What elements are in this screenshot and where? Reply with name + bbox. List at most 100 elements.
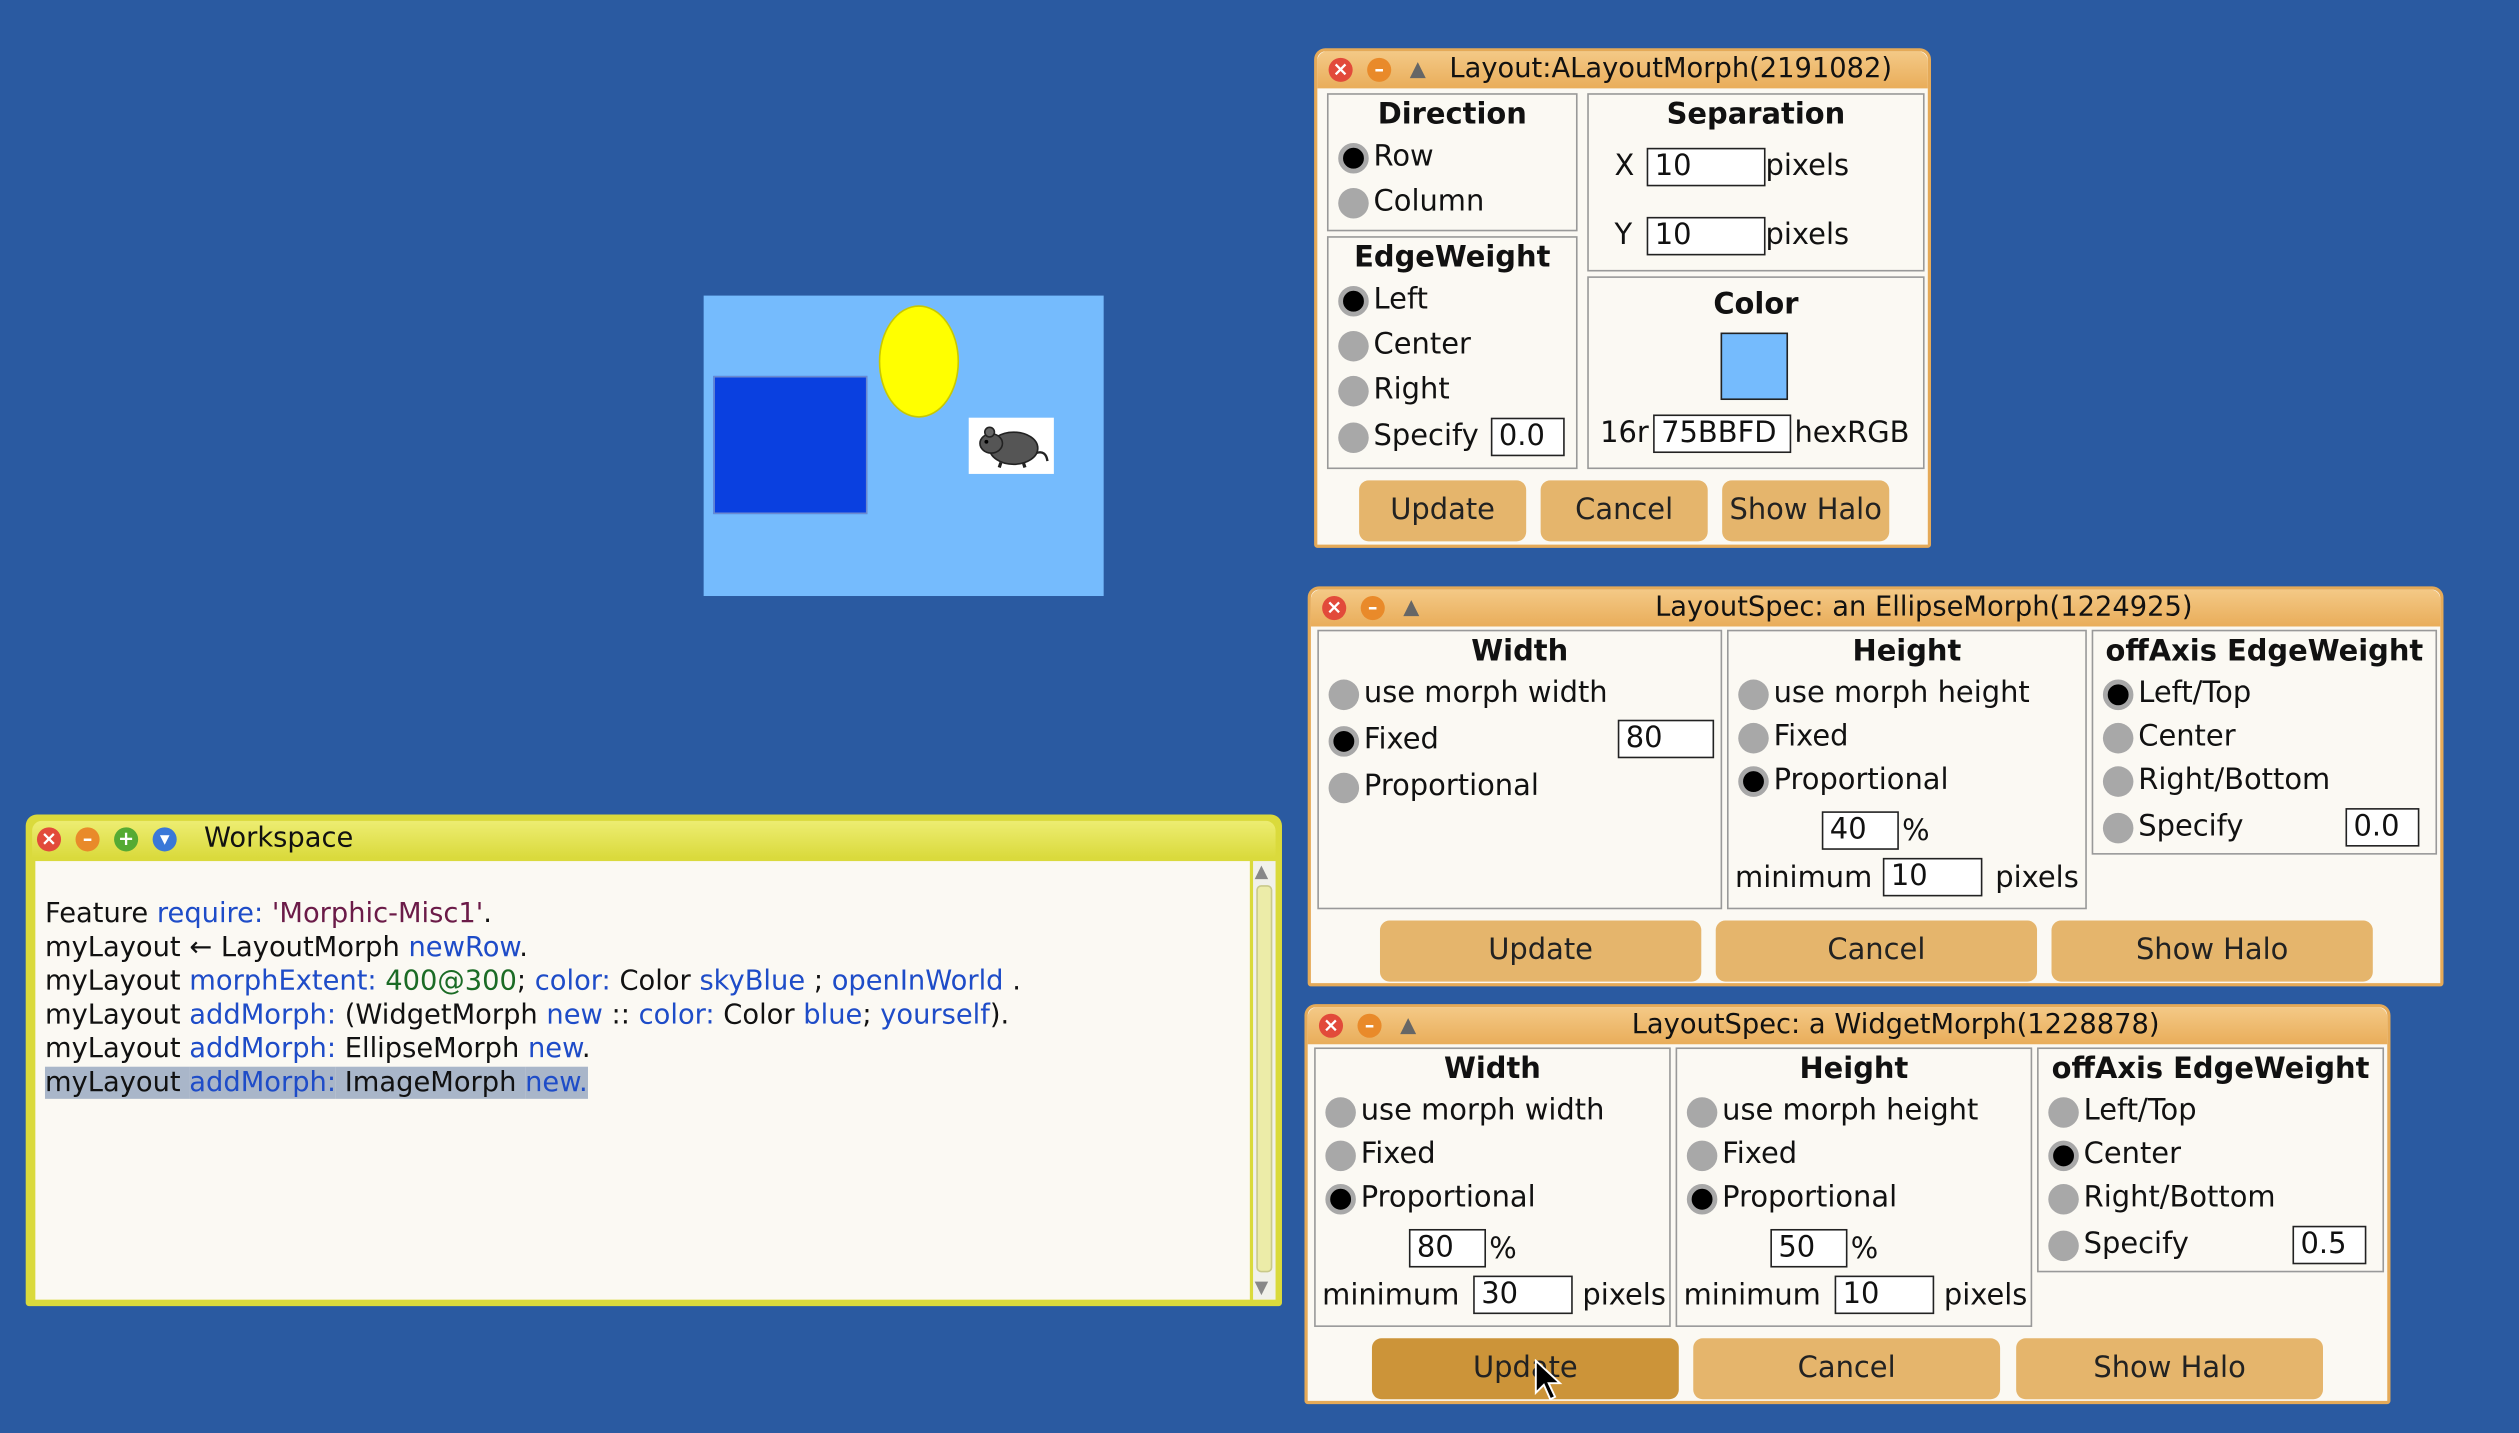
ellipse-morph[interactable]: [878, 305, 960, 418]
collapse-icon[interactable]: –: [1360, 596, 1385, 621]
height-proportional-radio[interactable]: [1686, 1183, 1718, 1215]
width-use-morph-radio[interactable]: [1328, 679, 1360, 711]
image-morph[interactable]: [968, 417, 1054, 474]
code-token: addMorph:: [189, 999, 337, 1032]
show-halo-button[interactable]: Show Halo: [1722, 480, 1890, 542]
ellipse-width-panel: Width use morph width Fixed 80 Proportio…: [1317, 629, 1723, 910]
offaxis-center-radio[interactable]: [2102, 722, 2134, 754]
offaxis-specify-field[interactable]: 0.5: [2292, 1225, 2367, 1265]
separation-y-field[interactable]: 10: [1646, 216, 1766, 256]
collapse-icon[interactable]: –: [1357, 1013, 1382, 1038]
workspace-window[interactable]: × – + ▾ Workspace Feature require: 'Morp…: [25, 814, 1282, 1307]
height-fixed-radio[interactable]: [1686, 1140, 1718, 1172]
code-line[interactable]: myLayout ← LayoutMorph newRow.: [45, 932, 528, 966]
workspace-scrollbar[interactable]: ▲ ▼: [1253, 861, 1276, 1300]
offaxis-left-top-radio[interactable]: [2102, 679, 2134, 711]
update-button[interactable]: Update: [1379, 920, 1702, 982]
width-percent-sign: %: [1489, 1232, 1517, 1266]
cancel-button[interactable]: Cancel: [1540, 480, 1708, 542]
code-line[interactable]: Feature require: 'Morphic-Misc1'.: [45, 898, 492, 932]
width-minimum-unit: pixels: [1582, 1278, 1666, 1313]
height-percent-sign: %: [1850, 1232, 1879, 1266]
scroll-up-arrow[interactable]: ▲: [1255, 861, 1269, 882]
layout-morph[interactable]: [703, 295, 1104, 597]
direction-column-radio[interactable]: [1338, 187, 1369, 219]
close-icon[interactable]: ×: [1322, 596, 1347, 621]
code-token: myLayout: [44, 1066, 190, 1099]
separation-x-unit: pixels: [1765, 149, 1850, 184]
width-fixed-radio[interactable]: [1328, 726, 1360, 757]
update-button[interactable]: Update: [1359, 480, 1527, 542]
offaxis-specify-radio[interactable]: [2102, 812, 2134, 844]
width-fixed-radio[interactable]: [1325, 1140, 1356, 1172]
code-token: morphExtent:: [189, 965, 377, 998]
width-use-morph-radio[interactable]: [1325, 1097, 1356, 1128]
code-token: (WidgetMorph: [336, 999, 547, 1032]
code-token: ;: [862, 999, 881, 1032]
offaxis-right-bottom-radio[interactable]: [2048, 1183, 2079, 1215]
cancel-button[interactable]: Cancel: [1715, 920, 2038, 982]
height-fixed-radio[interactable]: [1738, 722, 1769, 754]
height-minimum-label: minimum: [1683, 1278, 1821, 1313]
edge-specify-field[interactable]: 0.0: [1490, 417, 1565, 457]
code-token: color:: [534, 965, 611, 998]
mouse-icon: [979, 426, 1049, 468]
cancel-button[interactable]: Cancel: [1693, 1338, 2001, 1400]
edge-left-radio[interactable]: [1338, 285, 1369, 317]
code-line[interactable]: myLayout morphExtent: 400@300; color: Co…: [45, 966, 1021, 1000]
height-proportional-radio[interactable]: [1738, 766, 1769, 797]
height-percent-field[interactable]: 50: [1770, 1228, 1848, 1268]
show-halo-button[interactable]: Show Halo: [2051, 920, 2373, 982]
close-icon[interactable]: ×: [1328, 57, 1353, 82]
ellipse-spec-titlebar[interactable]: × – ▲ LayoutSpec: an EllipseMorph(122492…: [1310, 589, 2441, 627]
height-use-morph-radio[interactable]: [1686, 1097, 1718, 1128]
update-button[interactable]: Update: [1371, 1338, 1679, 1400]
width-fixed-field[interactable]: 80: [1617, 719, 1715, 759]
workspace-text-area[interactable]: Feature require: 'Morphic-Misc1'. myLayou…: [35, 861, 1250, 1300]
edge-right-radio[interactable]: [1338, 375, 1369, 407]
scroll-down-arrow[interactable]: ▼: [1255, 1277, 1269, 1298]
widget-height-panel: Height use morph height Fixed Proportion…: [1675, 1047, 2033, 1327]
code-token: yourself: [880, 999, 990, 1032]
separation-x-field[interactable]: 10: [1646, 147, 1766, 187]
height-percent-field[interactable]: 40: [1821, 811, 1899, 850]
offaxis-left-top-radio[interactable]: [2048, 1097, 2079, 1128]
code-line[interactable]: myLayout addMorph: (WidgetMorph new :: c…: [45, 999, 1009, 1033]
collapse-icon[interactable]: –: [75, 827, 100, 852]
separation-x-label: X: [1614, 149, 1635, 184]
width-proportional-radio[interactable]: [1325, 1183, 1356, 1215]
width-percent-field[interactable]: 80: [1408, 1228, 1487, 1268]
layout-window-titlebar[interactable]: × – ▲ Layout:ALayoutMorph(2191082): [1317, 51, 1928, 89]
workspace-titlebar[interactable]: × – + ▾ Workspace: [32, 820, 1276, 858]
height-use-morph-radio[interactable]: [1738, 679, 1769, 711]
width-minimum-field[interactable]: 30: [1473, 1275, 1573, 1315]
direction-row-radio[interactable]: [1338, 142, 1369, 174]
close-icon[interactable]: ×: [1318, 1013, 1344, 1038]
show-halo-button[interactable]: Show Halo: [2016, 1338, 2323, 1400]
color-swatch[interactable]: [1720, 332, 1789, 401]
ellipse-spec-window[interactable]: × – ▲ LayoutSpec: an EllipseMorph(122492…: [1307, 586, 2444, 987]
height-minimum-field[interactable]: 10: [1834, 1275, 1935, 1315]
offaxis-specify-field[interactable]: 0.0: [2345, 808, 2420, 847]
offaxis-specify-radio[interactable]: [2048, 1230, 2079, 1262]
expand-icon[interactable]: +: [114, 827, 139, 852]
edge-specify-radio[interactable]: [1338, 422, 1369, 454]
offaxis-center-radio[interactable]: [2048, 1140, 2079, 1172]
offaxis-center-label: Center: [2083, 1137, 2181, 1172]
window-menu-icon[interactable]: ▾: [152, 827, 177, 852]
widget-spec-window[interactable]: × – ▲ LayoutSpec: a WidgetMorph(1228878)…: [1304, 1004, 2391, 1405]
height-minimum-field[interactable]: 10: [1882, 857, 1983, 897]
widget-spec-titlebar[interactable]: × – ▲ LayoutSpec: a WidgetMorph(1228878): [1307, 1007, 2388, 1045]
code-line[interactable]: myLayout addMorph: ImageMorph new.: [44, 1066, 588, 1101]
layout-window[interactable]: × – ▲ Layout:ALayoutMorph(2191082) Direc…: [1314, 48, 1932, 548]
code-token: Feature: [44, 898, 157, 931]
collapse-icon[interactable]: –: [1367, 57, 1392, 82]
scroll-thumb[interactable]: [1256, 885, 1273, 1273]
widget-morph[interactable]: [713, 375, 868, 515]
color-hex-field[interactable]: 75BBFD: [1653, 414, 1792, 454]
code-line[interactable]: myLayout addMorph: EllipseMorph new.: [45, 1033, 591, 1067]
width-proportional-radio[interactable]: [1328, 772, 1360, 804]
close-icon[interactable]: ×: [36, 827, 62, 852]
offaxis-right-bottom-radio[interactable]: [2102, 766, 2134, 797]
edge-center-radio[interactable]: [1338, 330, 1369, 362]
